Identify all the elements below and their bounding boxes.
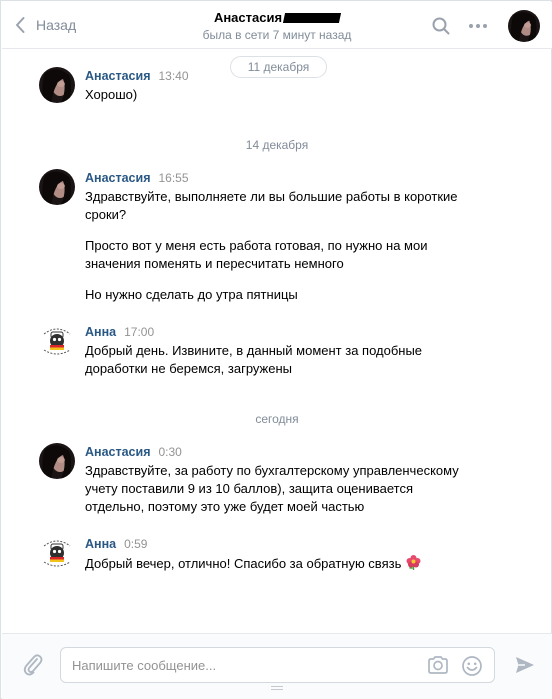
- message-header: Анна 17:00: [85, 325, 485, 341]
- message-text: значения поменять и пересчитать немного: [85, 256, 344, 271]
- message-text: учету поставили 9 из 10 баллов), защита …: [85, 481, 413, 496]
- send-icon[interactable]: [514, 655, 536, 675]
- avatar[interactable]: [39, 169, 75, 205]
- author-name[interactable]: Анна: [85, 325, 116, 339]
- avatar[interactable]: [39, 535, 75, 571]
- search-icon[interactable]: [432, 17, 450, 35]
- message-header: Анастасия 16:55: [85, 171, 485, 187]
- back-button[interactable]: Назад: [14, 15, 76, 35]
- author-name[interactable]: Анастасия: [85, 445, 151, 459]
- back-label: Назад: [36, 17, 77, 33]
- author-name[interactable]: Анна: [85, 537, 116, 551]
- message-header: Анастасия 13:40: [85, 69, 485, 85]
- message-time[interactable]: 16:55: [159, 171, 189, 185]
- resize-handle[interactable]: [271, 686, 283, 690]
- message-header: Анна 0:59: [85, 537, 485, 553]
- chat-header: Назад Анастасия была в сети 7 минут наза…: [2, 2, 552, 49]
- message-time[interactable]: 0:59: [124, 537, 147, 551]
- avatar[interactable]: [39, 323, 75, 359]
- chevron-left-icon: [16, 17, 25, 33]
- flower-emoji: [406, 555, 421, 570]
- message-text: Здравствуйте, за работу по бухгалтерском…: [85, 463, 459, 478]
- chat-title-block[interactable]: Анастасия была в сети 7 минут назад: [152, 10, 402, 42]
- message-header: Анастасия 0:30: [85, 445, 485, 461]
- author-name[interactable]: Анастасия: [85, 69, 151, 83]
- message-text-content: Добрый вечер, отлично! Спасибо за обратн…: [85, 556, 402, 571]
- date-separator: 14 декабря: [245, 138, 309, 152]
- message-text: доработки не беремся, загружены: [85, 361, 293, 376]
- message-text: Добрый день. Извините, в данный момент з…: [85, 343, 423, 358]
- camera-icon[interactable]: [427, 655, 449, 675]
- message-text: Хорошо): [85, 87, 138, 102]
- online-status: была в сети 7 минут назад: [202, 28, 352, 42]
- chat-title: Анастасия: [213, 10, 342, 25]
- redaction-bar: [282, 12, 342, 23]
- message-text: отдельно, поэтому это уже будет моей час…: [85, 499, 365, 514]
- message-time[interactable]: 13:40: [159, 69, 189, 83]
- author-name[interactable]: Анастасия: [85, 171, 151, 185]
- message-text: Здравствуйте, выполняете ли вы большие р…: [85, 189, 458, 204]
- message-text: Добрый вечер, отлично! Спасибо за обратн…: [85, 554, 422, 573]
- message-text: Просто вот у меня есть работа готовая, п…: [85, 238, 428, 253]
- message-text: сроки?: [85, 207, 127, 222]
- paperclip-icon[interactable]: [22, 652, 44, 676]
- message-input-box: [60, 647, 495, 683]
- smile-icon[interactable]: [461, 655, 483, 677]
- message-time[interactable]: 0:30: [159, 445, 182, 459]
- avatar[interactable]: [39, 443, 75, 479]
- more-icon[interactable]: [468, 16, 488, 36]
- date-separator: сегодня: [255, 412, 299, 426]
- message-text: Но нужно сделать до утра пятницы: [85, 287, 298, 302]
- message-input[interactable]: [72, 656, 412, 674]
- message-time[interactable]: 17:00: [124, 325, 154, 339]
- chat-window: Назад Анастасия была в сети 7 минут наза…: [0, 0, 552, 699]
- contact-avatar[interactable]: [508, 10, 540, 42]
- avatar[interactable]: [39, 67, 75, 103]
- contact-name: Анастасия: [213, 10, 283, 25]
